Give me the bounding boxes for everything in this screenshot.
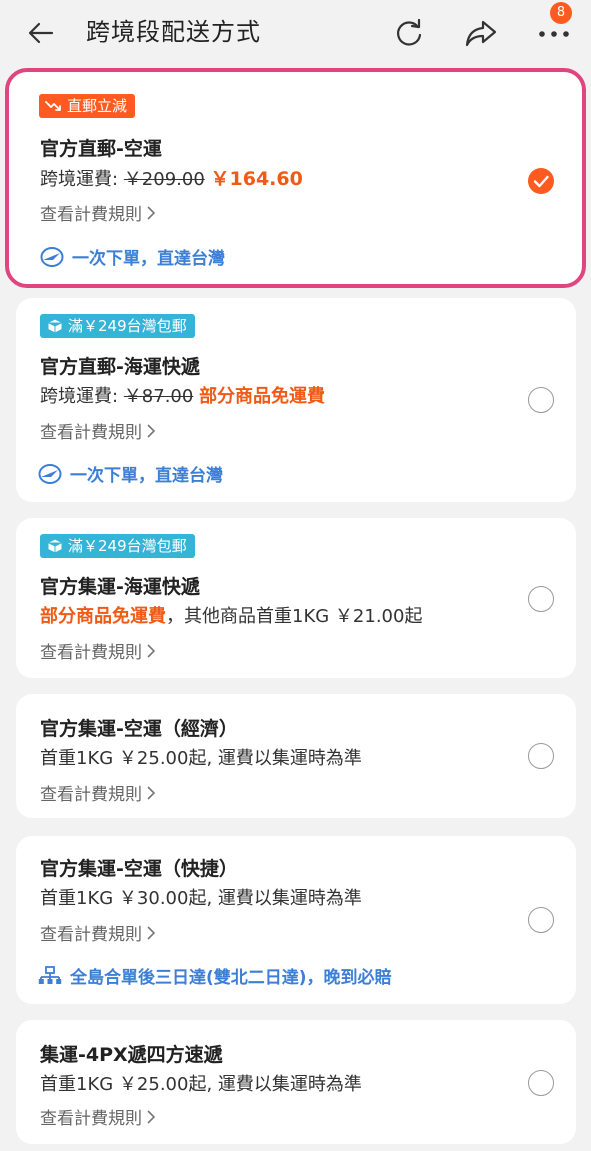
promo-label: 滿￥249台灣包郵 <box>68 317 187 335</box>
option-name: 官方集運-空運（經濟） <box>40 718 238 740</box>
promo-tag: 直郵立減 <box>39 94 136 118</box>
share-icon[interactable] <box>464 16 498 50</box>
page-title: 跨境段配送方式 <box>86 18 261 46</box>
option-radio[interactable] <box>528 586 554 612</box>
option-name: 官方集運-海運快遞 <box>40 576 200 598</box>
promo-tag: 滿￥249台灣包郵 <box>40 314 195 338</box>
trend-down-icon <box>45 101 61 111</box>
option-name: 官方集運-空運（快捷） <box>40 858 238 880</box>
rules-label: 查看計費規則 <box>40 643 142 663</box>
shipping-option-card[interactable]: 滿￥249台灣包郵 官方直郵-海運快遞 跨境運費: ￥87.00 部分商品免運費… <box>16 298 576 502</box>
selected-radio[interactable] <box>528 168 554 194</box>
package-icon <box>47 318 63 334</box>
fee-rest: ，其他商品首重1KG ￥21.00起 <box>166 606 423 627</box>
fee-highlight: 部分商品免運費 <box>199 386 326 407</box>
option-radio[interactable] <box>528 743 554 769</box>
feature-label: 一次下單，直達台灣 <box>72 249 225 269</box>
rules-label: 查看計費規則 <box>40 205 142 225</box>
option-radio[interactable] <box>528 387 554 413</box>
rules-label: 查看計費規則 <box>40 1109 142 1129</box>
chevron-right-icon <box>147 1109 156 1124</box>
shipping-option-card[interactable]: 官方集運-空運（經濟） 首重1KG ￥25.00起, 運費以集運時為準 查看計費… <box>16 694 576 818</box>
option-desc: 首重1KG ￥25.00起, 運費以集運時為準 <box>40 748 362 769</box>
feature-line: 一次下單，直達台灣 <box>38 461 223 486</box>
shipping-option-card[interactable]: 集運-4PX遞四方速遞 首重1KG ￥25.00起, 運費以集運時為準 查看計費… <box>16 1020 576 1144</box>
pricing-rules-link[interactable]: 查看計費規則 <box>40 638 156 663</box>
arrow-left-icon[interactable] <box>26 18 56 48</box>
option-radio[interactable] <box>528 1070 554 1096</box>
fee-label: 跨境運費: <box>40 169 124 190</box>
fee-highlight: 部分商品免運費 <box>40 606 166 627</box>
pricing-rules-link[interactable]: 查看計費規則 <box>40 780 156 805</box>
network-icon <box>38 965 62 984</box>
chevron-right-icon <box>147 643 156 658</box>
feature-label: 一次下單，直達台灣 <box>70 466 223 486</box>
fee-line: 跨境運費: ￥87.00 部分商品免運費 <box>40 382 325 408</box>
option-desc: 首重1KG ￥30.00起, 運費以集運時為準 <box>40 888 362 909</box>
feature-line: 全島合單後三日達(雙北二日達)，晚到必賠 <box>38 963 392 988</box>
promo-label: 直郵立減 <box>67 97 128 115</box>
fee-original: ￥209.00 <box>123 169 205 190</box>
option-desc: 首重1KG ￥25.00起, 運費以集運時為準 <box>40 1074 362 1095</box>
rules-label: 查看計費規則 <box>40 785 142 805</box>
option-name: 官方直郵-海運快遞 <box>40 356 200 378</box>
shipping-option-card[interactable]: 直郵立減 官方直郵-空運 跨境運費: ￥209.00 ￥164.60 查看計費規… <box>5 68 586 288</box>
feature-label: 全島合單後三日達(雙北二日達)，晚到必賠 <box>70 968 392 988</box>
package-icon <box>47 538 63 554</box>
notification-badge: 8 <box>550 2 572 24</box>
header: 跨境段配送方式 8 <box>0 0 591 64</box>
plane-icon <box>38 463 62 484</box>
promo-tag: 滿￥249台灣包郵 <box>40 534 195 558</box>
promo-label: 滿￥249台灣包郵 <box>68 537 187 555</box>
shipping-option-card[interactable]: 滿￥249台灣包郵 官方集運-海運快遞 部分商品免運費，其他商品首重1KG ￥2… <box>16 518 576 678</box>
refresh-icon[interactable] <box>392 16 426 50</box>
fee-line: 部分商品免運費，其他商品首重1KG ￥21.00起 <box>40 602 422 628</box>
fee-label: 跨境運費: <box>40 386 124 407</box>
chevron-right-icon <box>147 205 156 220</box>
pricing-rules-link[interactable]: 查看計費規則 <box>40 1104 156 1129</box>
rules-label: 查看計費規則 <box>40 423 142 443</box>
option-name: 集運-4PX遞四方速遞 <box>40 1044 223 1066</box>
plane-icon <box>40 246 64 267</box>
feature-line: 一次下單，直達台灣 <box>40 244 225 269</box>
shipping-option-card[interactable]: 官方集運-空運（快捷） 首重1KG ￥30.00起, 運費以集運時為準 查看計費… <box>16 836 576 1004</box>
pricing-rules-link[interactable]: 查看計費規則 <box>40 200 156 225</box>
fee-discounted: ￥164.60 <box>210 168 303 190</box>
chevron-right-icon <box>147 423 156 438</box>
rules-label: 查看計費規則 <box>40 925 142 945</box>
chevron-right-icon <box>147 925 156 940</box>
fee-line: 跨境運費: ￥209.00 ￥164.60 <box>40 164 303 191</box>
option-radio[interactable] <box>528 907 554 933</box>
option-name: 官方直郵-空運 <box>40 138 162 160</box>
chevron-right-icon <box>147 785 156 800</box>
check-icon <box>533 175 549 188</box>
pricing-rules-link[interactable]: 查看計費規則 <box>40 920 156 945</box>
fee-original: ￥87.00 <box>123 386 194 407</box>
pricing-rules-link[interactable]: 查看計費規則 <box>40 418 156 443</box>
